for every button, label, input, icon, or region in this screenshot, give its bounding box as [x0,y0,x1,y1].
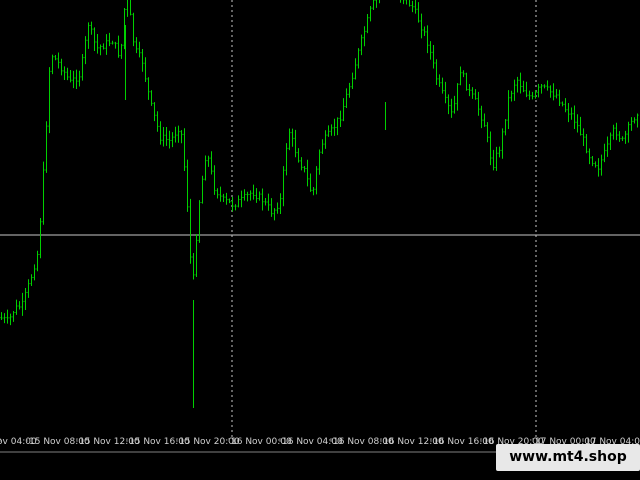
chart-background [0,0,640,480]
price-chart-window[interactable]: 15 Nov 04:0015 Nov 08:0015 Nov 12:0015 N… [0,0,640,480]
price-chart[interactable]: 15 Nov 04:0015 Nov 08:0015 Nov 12:0015 N… [0,0,640,480]
watermark-logo: www.mt4.shop [496,444,640,471]
